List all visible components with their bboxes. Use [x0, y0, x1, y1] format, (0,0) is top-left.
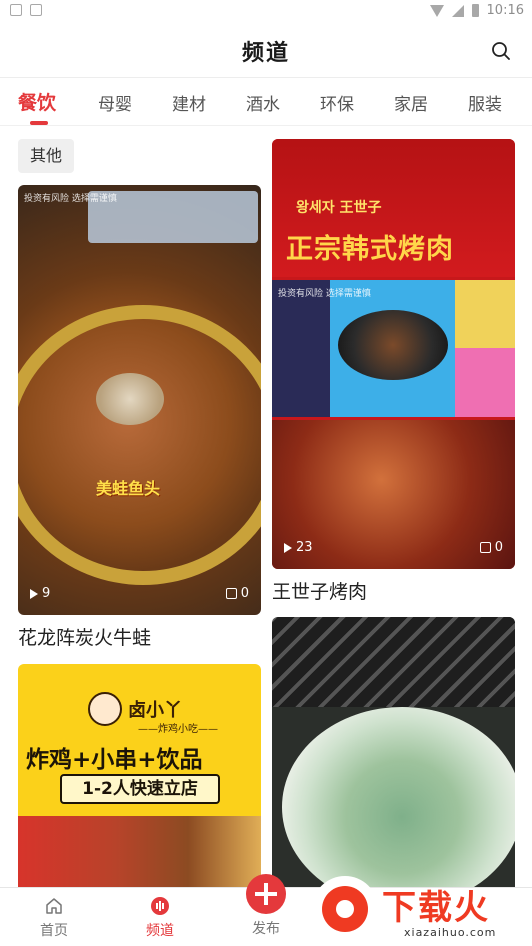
notification-icon — [10, 4, 22, 16]
status-bar: 10:16 — [0, 0, 532, 22]
nav-publish-label: 发布 — [252, 921, 280, 937]
play-count-value: 23 — [296, 540, 313, 555]
search-icon — [492, 42, 510, 60]
card-image-food — [18, 816, 261, 887]
card-title[interactable]: 花龙阵炭火牛蛙 — [18, 623, 151, 650]
like-count: 0 — [479, 540, 503, 555]
like-count: 0 — [225, 586, 249, 601]
search-button[interactable] — [490, 40, 512, 62]
filter-chip-other[interactable]: 其他 — [18, 139, 75, 173]
watermark: 下载火 xiazaihuo.com — [312, 876, 532, 946]
status-notifications — [10, 4, 42, 16]
card-image-fish — [96, 373, 164, 425]
like-icon — [479, 542, 491, 553]
tab-clothing[interactable]: 服装 — [448, 78, 522, 125]
play-icon — [30, 588, 38, 599]
card-image-grill — [338, 310, 448, 380]
play-count-value: 9 — [42, 586, 51, 601]
feed[interactable]: 其他 投资有风险 选择需谨慎 美蛙鱼头 9 0 花龙阵炭火牛蛙 왕세자 王世子 … — [0, 127, 532, 887]
channel-icon — [151, 897, 169, 915]
page-title: 频道 — [241, 41, 290, 66]
nav-home-label: 首页 — [40, 923, 68, 939]
app-header: 频道 — [0, 22, 532, 78]
card-image-caption: 美蛙鱼头 — [96, 479, 161, 498]
card-title[interactable]: 王世子烤肉 — [272, 577, 367, 604]
card-image-banner: 왕세자 王世子 正宗韩式烤肉 — [272, 139, 515, 277]
card-image-logo-sub: ——炸鸡小吃—— — [138, 724, 218, 735]
watermark-url: xiazaihuo.com — [404, 926, 497, 939]
like-icon — [225, 588, 237, 599]
nav-channel-label: 频道 — [146, 923, 174, 939]
tab-environment[interactable]: 环保 — [300, 78, 374, 125]
tab-catering[interactable]: 餐饮 — [0, 78, 78, 125]
card-image-block — [455, 348, 515, 417]
status-time: 10:16 — [486, 3, 524, 18]
play-count: 23 — [284, 540, 313, 555]
card-image-brand: 왕세자 王世子 — [296, 200, 382, 216]
status-right: 10:16 — [429, 3, 524, 18]
card-image-slogan: 1-2人快速立店 — [60, 774, 220, 804]
notification-icon-2 — [30, 4, 42, 16]
signal-icon — [451, 4, 464, 17]
card-image-grill-panel: 投资有风险 选择需谨慎 — [272, 280, 515, 417]
card-image-tray — [272, 617, 515, 707]
play-icon — [284, 542, 292, 553]
video-card-tea[interactable] — [272, 617, 515, 887]
watermark-text: 下载火 — [382, 888, 490, 928]
card-disclaimer: 投资有风险 选择需谨慎 — [24, 194, 117, 204]
tab-liquor[interactable]: 酒水 — [226, 78, 300, 125]
tab-building-materials[interactable]: 建材 — [152, 78, 226, 125]
card-image-headline: 炸鸡+小串+饮品 — [26, 747, 203, 773]
publish-icon — [246, 874, 286, 914]
play-count: 9 — [30, 586, 50, 601]
video-card-fried-chicken[interactable]: 卤小丫 ——炸鸡小吃—— 炸鸡+小串+饮品 1-2人快速立店 — [18, 664, 261, 887]
nav-publish[interactable]: 发布 — [226, 874, 306, 938]
battery-icon — [471, 4, 479, 17]
card-image-headline: 正宗韩式烤肉 — [286, 234, 454, 265]
tab-maternity[interactable]: 母婴 — [78, 78, 152, 125]
tab-home[interactable]: 家居 — [374, 78, 448, 125]
like-count-value: 0 — [240, 586, 249, 601]
category-tabs: 餐饮 母婴 建材 酒水 环保 家居 服装 — [0, 78, 532, 126]
card-image-logo: 卤小丫 — [128, 700, 182, 721]
card-disclaimer: 投资有风险 选择需谨慎 — [278, 289, 371, 299]
wifi-icon — [429, 4, 444, 17]
video-card-hotpot[interactable]: 投资有风险 选择需谨慎 美蛙鱼头 9 0 — [18, 185, 261, 615]
home-icon — [46, 898, 62, 914]
nav-home[interactable]: 首页 — [14, 896, 94, 940]
video-card-korean-bbq[interactable]: 왕세자 王世子 正宗韩式烤肉 投资有风险 选择需谨慎 23 0 — [272, 139, 515, 569]
watermark-logo-icon — [312, 876, 378, 942]
screen: 10:16 频道 餐饮 母婴 建材 酒水 环保 家居 服装 其他 投资有风险 选… — [0, 0, 532, 946]
nav-channel[interactable]: 频道 — [120, 896, 200, 940]
like-count-value: 0 — [494, 540, 503, 555]
card-image-block — [455, 280, 515, 348]
card-image-pot — [18, 305, 261, 585]
brand-mascot-icon — [88, 692, 122, 726]
card-image-cup — [282, 707, 515, 887]
